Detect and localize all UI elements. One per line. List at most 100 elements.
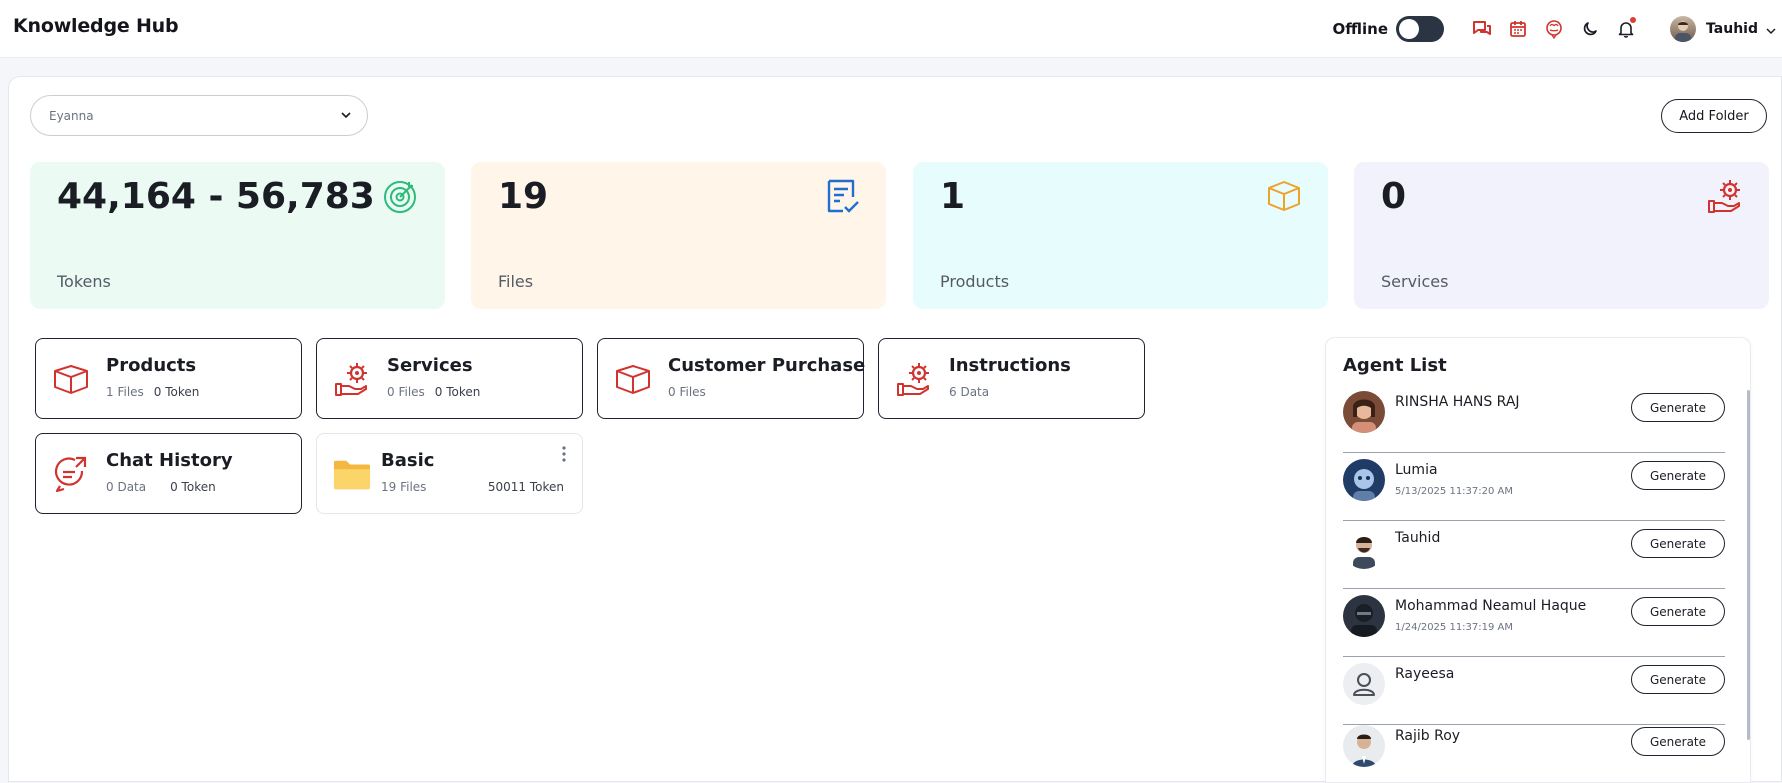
hand-gear-icon (895, 360, 933, 398)
agent-row: RINSHA HANS RAJ Generate (1343, 391, 1725, 453)
avatar (1343, 725, 1385, 767)
agent-name: Rajib Roy (1395, 728, 1461, 744)
chat-icon[interactable] (1471, 18, 1493, 40)
card-meta: 0 Data 0 Token (106, 480, 216, 494)
online-toggle[interactable] (1396, 16, 1445, 42)
stat-value: 0 (1381, 176, 1407, 217)
hand-gear-icon (1705, 176, 1745, 216)
folder-card-instructions[interactable]: Instructions 6 Data (878, 338, 1145, 419)
user-menu[interactable]: Tauhid (1670, 16, 1776, 42)
card-meta: 1 Files 0 Token (106, 385, 199, 399)
brain-icon[interactable] (1543, 18, 1565, 40)
avatar (1343, 527, 1385, 569)
agent-date: 1/24/2025 11:37:19 AM (1395, 622, 1514, 633)
agent-name: Tauhid (1395, 530, 1441, 546)
card-title: Basic (381, 450, 435, 471)
avatar (1343, 595, 1385, 637)
generate-button[interactable]: Generate (1631, 461, 1725, 490)
folder-select-value: Eyanna (49, 108, 94, 123)
top-bar-actions: Offline Tauhid (1333, 0, 1782, 58)
avatar (1670, 16, 1697, 42)
card-tokens: 0 Token (170, 480, 216, 494)
agent-name: Rayeesa (1395, 666, 1455, 682)
page-title: Knowledge Hub (13, 15, 179, 37)
folder-select[interactable]: Eyanna (30, 95, 368, 136)
card-title: Customer Purchase (668, 355, 866, 376)
agent-row: Rayeesa Generate (1343, 663, 1725, 725)
stat-card-files: 19 Files (471, 162, 886, 309)
card-tokens: 50011 Token (487, 480, 564, 494)
agent-name: RINSHA HANS RAJ (1395, 394, 1520, 410)
stat-value: 19 (498, 176, 549, 217)
stat-card-products: 1 Products (913, 162, 1328, 309)
file-check-icon (822, 176, 862, 216)
generate-button[interactable]: Generate (1631, 393, 1725, 422)
folder-card-products[interactable]: Products 1 Files 0 Token (35, 338, 302, 419)
generate-button[interactable]: Generate (1631, 597, 1725, 626)
notification-dot (1630, 17, 1637, 23)
card-tokens: 0 Token (153, 385, 200, 399)
agent-row: Lumia 5/13/2025 11:37:20 AM Generate (1343, 459, 1725, 521)
generate-button[interactable]: Generate (1631, 727, 1725, 756)
card-title: Chat History (106, 450, 233, 471)
card-files: 0 Files (668, 385, 706, 399)
user-name: Tauhid (1706, 21, 1758, 37)
agent-date: 5/13/2025 11:37:20 AM (1395, 486, 1514, 497)
card-tokens: 0 Token (434, 385, 481, 399)
agent-list-scrollbar[interactable] (1747, 390, 1750, 740)
stat-label: Tokens (57, 272, 111, 291)
moon-icon[interactable] (1579, 18, 1601, 40)
card-meta: 19 Files (381, 480, 426, 494)
card-title: Services (387, 355, 473, 376)
card-title: Products (106, 355, 197, 376)
add-folder-button[interactable]: Add Folder (1661, 99, 1767, 133)
agent-name: Lumia (1395, 462, 1438, 478)
card-data: 6 Data (949, 385, 990, 399)
card-data: 0 Data (106, 480, 147, 494)
stat-label: Services (1381, 272, 1449, 291)
box-icon (614, 360, 652, 398)
box-icon (52, 360, 90, 398)
folder-card-basic[interactable]: Basic 19 Files 50011 Token (316, 433, 583, 514)
card-meta: 0 Files (668, 385, 706, 399)
target-icon (381, 176, 421, 216)
folder-card-chat-history[interactable]: Chat History 0 Data 0 Token (35, 433, 302, 514)
agent-list-panel: Agent List RINSHA HANS RAJ Generate Lumi… (1325, 337, 1751, 783)
agent-row: Mohammad Neamul Haque 1/24/2025 11:37:19… (1343, 595, 1725, 657)
stat-card-tokens: 44,164 - 56,783 Tokens (30, 162, 445, 309)
generate-button[interactable]: Generate (1631, 665, 1725, 694)
avatar (1343, 391, 1385, 433)
generate-button[interactable]: Generate (1631, 529, 1725, 558)
card-files: 0 Files (387, 385, 425, 399)
hand-gear-icon (333, 360, 371, 398)
toggle-knob (1399, 19, 1420, 39)
main-content: Eyanna Add Folder 44,164 - 56,783 Tokens… (8, 76, 1782, 783)
card-files: 19 Files (381, 480, 427, 494)
agent-list-title: Agent List (1343, 355, 1447, 376)
more-options-icon[interactable] (562, 446, 566, 466)
chevron-down-icon (341, 108, 351, 122)
folder-icon (333, 455, 371, 493)
folder-card-services[interactable]: Services 0 Files 0 Token (316, 338, 583, 419)
offline-label: Offline (1332, 20, 1389, 38)
top-bar: Knowledge Hub Offline Tauhid (0, 0, 1782, 58)
stat-value: 44,164 - 56,783 (57, 176, 375, 217)
avatar (1343, 663, 1385, 705)
agent-name: Mohammad Neamul Haque (1395, 598, 1587, 614)
folder-card-customer-purchase[interactable]: Customer Purchase 0 Files (597, 338, 866, 419)
agent-row: Rajib Roy Generate (1343, 725, 1725, 782)
bell-icon[interactable] (1615, 17, 1637, 40)
agent-row: Tauhid Generate (1343, 527, 1725, 589)
stat-label: Files (498, 272, 534, 291)
stat-card-services: 0 Services (1354, 162, 1769, 309)
calendar-icon[interactable] (1507, 18, 1529, 40)
card-title: Instructions (949, 355, 1071, 376)
chevron-down-icon (1766, 20, 1776, 39)
avatar (1343, 459, 1385, 501)
chat-history-icon (52, 455, 90, 493)
stat-value: 1 (940, 176, 966, 217)
stat-label: Products (940, 272, 1010, 291)
card-meta: 6 Data (949, 385, 989, 399)
card-files: 1 Files (106, 385, 144, 399)
box-icon (1264, 176, 1304, 216)
